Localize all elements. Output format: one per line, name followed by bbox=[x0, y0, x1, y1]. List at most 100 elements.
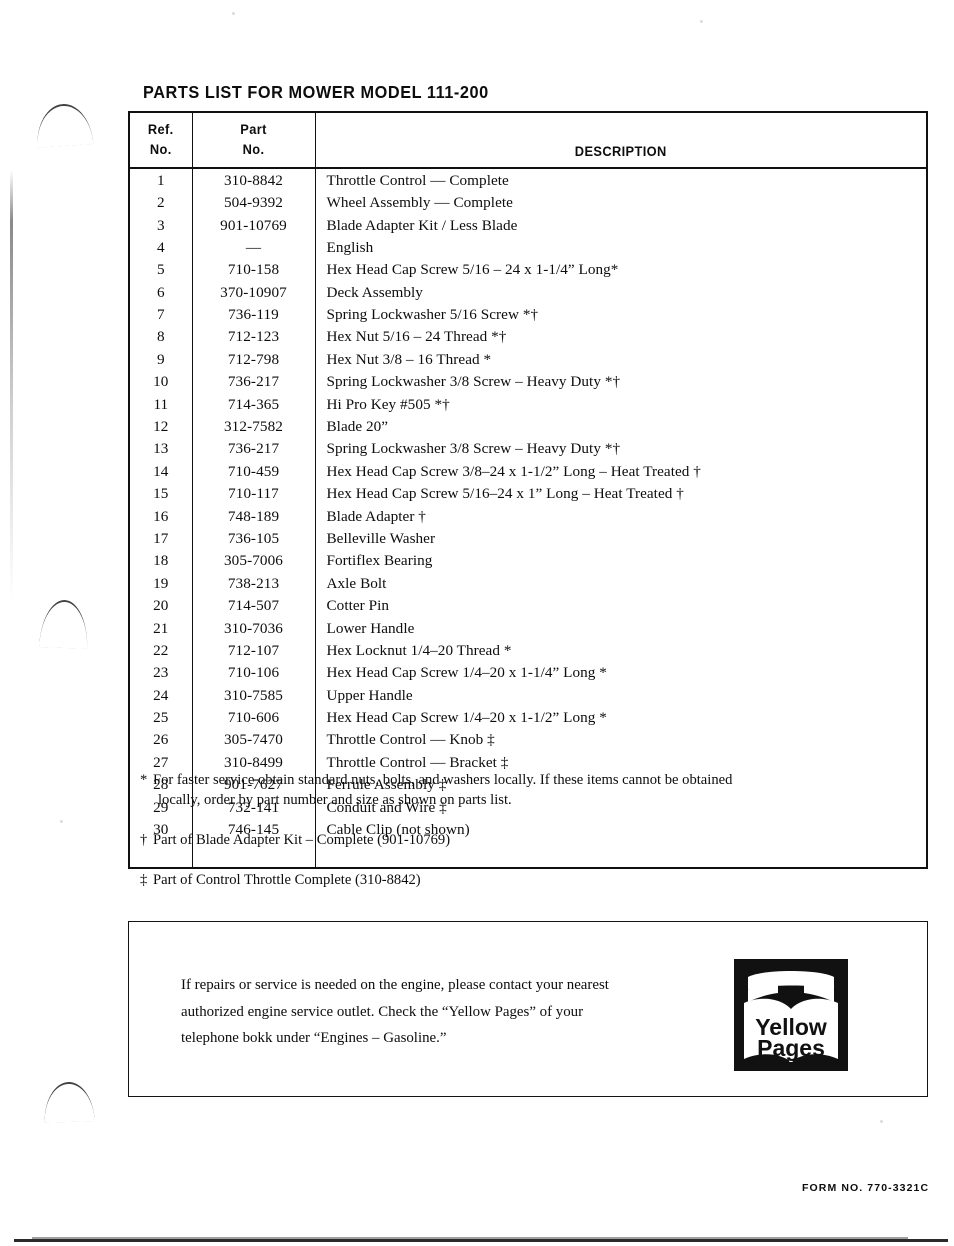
cell-description: Hex Head Cap Screw 1/4–20 x 1-1/2” Long … bbox=[326, 709, 607, 727]
footnote-marker: † bbox=[140, 832, 148, 849]
column-header-description: DESCRIPTION bbox=[330, 113, 911, 170]
cell-part-no: 736-105 bbox=[192, 527, 316, 550]
cell-part-no: 748-189 bbox=[192, 504, 316, 528]
cell-ref-no: 8 bbox=[130, 325, 193, 349]
footnote-text: Part of Blade Adapter Kit – Complete (90… bbox=[153, 832, 451, 849]
parts-list-table: Ref. No. Part No. DESCRIPTION 1 310-8842 T… bbox=[128, 111, 928, 869]
cell-part-no: 710-117 bbox=[192, 482, 316, 505]
cell-ref-no: 24 bbox=[130, 684, 193, 707]
cell-ref-no: 16 bbox=[130, 504, 193, 528]
table-row: 18 305-7006 Fortiflex Bearing bbox=[130, 549, 926, 573]
cell-description: Upper Handle bbox=[326, 686, 413, 704]
cell-ref-no: 9 bbox=[130, 348, 193, 371]
cell-part-no: 712-798 bbox=[192, 348, 316, 371]
cell-part-no: 310-8842 bbox=[192, 168, 316, 192]
table-row: 6 370-10907 Deck Assembly bbox=[130, 281, 926, 304]
cell-part-no: 504-9392 bbox=[192, 191, 316, 214]
cell-part-no: 710-106 bbox=[192, 661, 316, 685]
cell-ref-no: 5 bbox=[130, 258, 193, 282]
table-header: Ref. No. Part No. DESCRIPTION bbox=[130, 113, 926, 170]
table-row: 14 710-459 Hex Head Cap Screw 3/8–24 x 1-1… bbox=[130, 460, 926, 483]
cell-description: Throttle Control — Complete bbox=[326, 171, 509, 189]
cell-ref-no: 15 bbox=[130, 482, 193, 505]
ref-header-line2: No. bbox=[149, 141, 172, 157]
binding-hole-mark bbox=[43, 1081, 95, 1123]
binding-hole-mark bbox=[39, 599, 89, 649]
scan-speckle bbox=[880, 1120, 883, 1123]
cell-description: Axle Bolt bbox=[326, 574, 387, 592]
cell-ref-no: 13 bbox=[130, 437, 193, 461]
cell-description: Hex Head Cap Screw 1/4–20 x 1-1/4” Long … bbox=[326, 664, 607, 682]
scan-bottom-edge-artifact bbox=[14, 1237, 948, 1242]
table-row: 3 901-10769 Blade Adapter Kit / Less Blade bbox=[130, 213, 926, 237]
notice-line-3: telephone bokk under “Engines – Gasoline… bbox=[181, 1030, 447, 1047]
table-row: 2 504-9392 Wheel Assembly — Complete bbox=[130, 191, 926, 214]
column-header-part-no: Part No. bbox=[195, 113, 313, 170]
cell-part-no: — bbox=[192, 236, 316, 259]
cell-part-no: 312-7582 bbox=[192, 415, 316, 438]
table-row: 1 310-8842 Throttle Control — Complete bbox=[130, 168, 926, 192]
cell-part-no: 712-123 bbox=[192, 325, 316, 349]
cell-part-no: 310-7585 bbox=[192, 684, 316, 707]
cell-ref-no: 26 bbox=[130, 728, 193, 752]
table-row: 12 312-7582 Blade 20” bbox=[130, 415, 926, 438]
table-row: 11 714-365 Hi Pro Key #505 *† bbox=[130, 393, 926, 416]
footnote-text-line1: For faster service obtain standard nuts,… bbox=[153, 772, 733, 788]
table-row: 15 710-117 Hex Head Cap Screw 5/16–24 x 1”… bbox=[130, 482, 926, 505]
cell-ref-no: 4 bbox=[130, 236, 193, 259]
cell-description: Hex Head Cap Screw 5/16 – 24 x 1-1/4” Lo… bbox=[326, 261, 619, 279]
table-row: 22 712-107 Hex Locknut 1/4–20 Thread * bbox=[130, 639, 926, 662]
cell-description: Spring Lockwasher 3/8 Screw – Heavy Duty… bbox=[326, 440, 621, 458]
cell-ref-no: 6 bbox=[130, 281, 193, 304]
cell-ref-no: 22 bbox=[130, 639, 193, 662]
table-row: 13 736-217 Spring Lockwasher 3/8 Screw – H… bbox=[130, 437, 926, 461]
table-row: 5 710-158 Hex Head Cap Screw 5/16 – 24 x 1… bbox=[130, 258, 926, 282]
table-row: 23 710-106 Hex Head Cap Screw 1/4–20 x 1-1… bbox=[130, 661, 926, 685]
table-row: 26 305-7470 Throttle Control — Knob ‡ bbox=[130, 728, 926, 752]
scan-speckle bbox=[700, 20, 703, 23]
scanned-parts-list-page: PARTS LIST FOR MOWER MODEL 111-200 Ref. … bbox=[0, 0, 954, 1246]
table-row: 10 736-217 Spring Lockwasher 3/8 Screw – H… bbox=[130, 370, 926, 394]
cell-part-no: 710-459 bbox=[192, 460, 316, 483]
cell-description: Hex Nut 5/16 – 24 Thread *† bbox=[326, 328, 507, 346]
cell-ref-no: 11 bbox=[130, 393, 193, 416]
notice-line-1: If repairs or service is needed on the e… bbox=[181, 977, 609, 993]
cell-description: Blade 20” bbox=[326, 418, 389, 436]
cell-part-no: 736-217 bbox=[192, 370, 316, 394]
cell-description: Lower Handle bbox=[326, 619, 415, 637]
engine-service-notice-box: If repairs or service is needed on the e… bbox=[128, 921, 928, 1097]
cell-ref-no: 12 bbox=[130, 415, 193, 438]
cell-description: Spring Lockwasher 3/8 Screw – Heavy Duty… bbox=[326, 373, 621, 391]
cell-ref-no: 23 bbox=[130, 661, 193, 685]
cell-part-no: 710-606 bbox=[192, 706, 316, 729]
table-row: 7 736-119 Spring Lockwasher 5/16 Screw *† bbox=[130, 303, 926, 326]
cell-description: Throttle Control — Knob ‡ bbox=[326, 731, 495, 749]
table-row: 16 748-189 Blade Adapter † bbox=[130, 504, 926, 528]
table-row: 19 738-213 Axle Bolt bbox=[130, 572, 926, 595]
cell-description: English bbox=[326, 238, 374, 256]
footnote-marker: ‡ bbox=[140, 872, 148, 889]
cell-description: Hex Head Cap Screw 5/16–24 x 1” Long – H… bbox=[326, 485, 684, 503]
cell-description: Hex Locknut 1/4–20 Thread * bbox=[326, 641, 512, 659]
scan-streak-artifact bbox=[10, 170, 13, 600]
cell-ref-no: 19 bbox=[130, 572, 193, 595]
cell-ref-no: 1 bbox=[130, 168, 193, 192]
cell-description: Hex Head Cap Screw 3/8–24 x 1-1/2” Long … bbox=[326, 462, 701, 480]
cell-ref-no: 17 bbox=[130, 527, 193, 550]
cell-description: Deck Assembly bbox=[326, 283, 423, 301]
cell-part-no: 738-213 bbox=[192, 572, 316, 595]
cell-part-no: 370-10907 bbox=[192, 281, 316, 304]
table-row: 20 714-507 Cotter Pin bbox=[130, 594, 926, 617]
cell-part-no: 714-365 bbox=[192, 393, 316, 416]
cell-part-no: 305-7006 bbox=[192, 549, 316, 573]
cell-ref-no: 18 bbox=[130, 549, 193, 573]
footnote-double-dagger: ‡ Part of Control Throttle Complete (310-… bbox=[140, 870, 930, 890]
cell-ref-no: 2 bbox=[130, 191, 193, 214]
cell-part-no: 712-107 bbox=[192, 639, 316, 662]
footnote-marker: * bbox=[140, 772, 148, 788]
cell-part-no: 901-10769 bbox=[192, 213, 316, 237]
cell-ref-no: 10 bbox=[130, 370, 193, 394]
table-row: 4— English bbox=[130, 236, 926, 259]
part-header-line2: No. bbox=[242, 141, 265, 157]
footnote-asterisk: * For faster service obtain standard nuts… bbox=[140, 770, 930, 810]
